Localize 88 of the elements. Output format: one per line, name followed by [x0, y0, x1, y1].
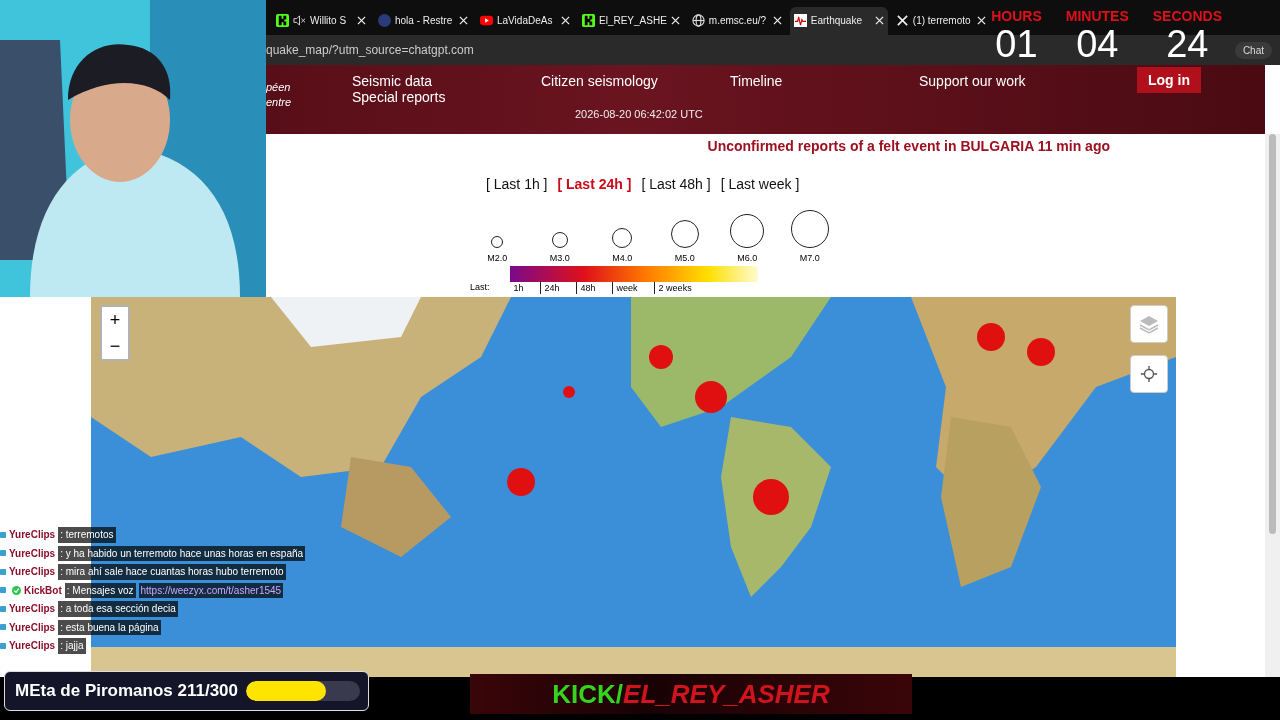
- period-label: 1h: [512, 282, 525, 294]
- browser-tab[interactable]: m.emsc.eu/?: [687, 6, 786, 35]
- seismogram-icon: [793, 14, 807, 27]
- magnitude-circle: [730, 214, 765, 248]
- nav-link[interactable]: Support our work: [919, 73, 1108, 89]
- chat-button[interactable]: Chat: [1234, 41, 1272, 59]
- chat-username: YureClips: [9, 639, 56, 653]
- magnitude-circle: [491, 236, 504, 248]
- browser-tab[interactable]: El_REY_ASHE: [578, 6, 684, 35]
- tab-label: (1) terremoto: [912, 15, 972, 26]
- period-label: 2 weeks: [653, 282, 700, 294]
- x-icon: [895, 14, 909, 27]
- banner-site: KICK/: [552, 678, 624, 710]
- browser-tab[interactable]: hola - Restre: [374, 6, 472, 35]
- magnitude-label: M2.0: [487, 253, 508, 263]
- period-label: week: [611, 282, 646, 294]
- alert-link[interactable]: Unconfirmed reports of a felt event in BULGARIA 11 min ago: [707, 138, 1110, 154]
- chat-message: : jajja: [58, 638, 86, 654]
- chat-message: : terremotos: [58, 527, 116, 543]
- tab-label: Earthquake: [810, 15, 863, 26]
- chat-message: : a toda esa sección decia: [58, 601, 178, 617]
- globe-icon: [691, 14, 705, 27]
- nav-link[interactable]: Seismic data: [352, 73, 541, 89]
- nav-link[interactable]: Timeline: [730, 73, 919, 89]
- tab-label: El_REY_ASHE: [599, 15, 667, 26]
- play-icon: [480, 14, 493, 27]
- close-icon[interactable]: [670, 16, 680, 25]
- period-label: 48h: [575, 282, 604, 294]
- magnitude-label: M5.0: [674, 253, 695, 263]
- tab-label: hola - Restre: [395, 15, 454, 26]
- login-button[interactable]: Log in: [1137, 67, 1201, 93]
- goal-text: MEta de Piromanos 211/300: [15, 681, 238, 701]
- magnitude-label: M6.0: [737, 253, 758, 263]
- logo-text: péen: [266, 80, 292, 95]
- magnitude-circle: [790, 210, 829, 248]
- time-filter[interactable]: [ Last 48h ]: [641, 176, 711, 192]
- nav-link[interactable]: Citizen seismology: [541, 73, 730, 89]
- time-filter[interactable]: [ Last 1h ]: [486, 176, 548, 192]
- scrollbar[interactable]: [1265, 134, 1280, 677]
- tab-label: Willito S: [310, 15, 348, 26]
- timestamp: 2026-08-20 06:42:02 UTC: [575, 108, 703, 120]
- close-icon[interactable]: [772, 16, 782, 25]
- circle-icon: [378, 14, 391, 27]
- time-filter[interactable]: [ Last week ]: [720, 176, 800, 192]
- close-icon[interactable]: [874, 16, 884, 25]
- chat-username: YureClips: [9, 546, 56, 561]
- chat-message: : mira ahí sale hace cuantas horas hubo terremoto: [58, 564, 286, 580]
- magnitude-circle: [670, 220, 699, 248]
- chat-username: YureClips: [9, 528, 56, 542]
- browser-tab[interactable]: Willito S: [272, 6, 370, 35]
- timer-label: SECONDS: [1152, 8, 1222, 24]
- magnitude-label: M7.0: [799, 253, 820, 263]
- timer-label: MINUTES: [1065, 8, 1129, 24]
- close-icon[interactable]: [561, 16, 570, 25]
- verified-icon: [12, 585, 21, 595]
- period-label: 24h: [539, 282, 568, 294]
- close-icon[interactable]: [357, 16, 366, 25]
- crosshair-icon: [1140, 365, 1158, 383]
- timer-value: 24: [1166, 24, 1209, 64]
- browser-tab[interactable]: LaVidaDeAs: [476, 6, 574, 35]
- chat-username: YureClips: [9, 620, 56, 635]
- legend-label: Last:: [470, 282, 490, 292]
- tab-label: LaVidaDeAs: [497, 15, 554, 26]
- timer-value: 01: [995, 24, 1038, 64]
- browser-tab[interactable]: (1) terremoto: [891, 6, 990, 35]
- close-icon[interactable]: [976, 16, 986, 25]
- timer-value: 04: [1076, 24, 1119, 64]
- chat-username: KickBot: [24, 583, 62, 598]
- chat-username: YureClips: [9, 602, 56, 616]
- browser-tab[interactable]: Earthquake: [789, 6, 888, 35]
- timer-label: HOURS: [991, 8, 1042, 24]
- magnitude-label: M4.0: [612, 253, 633, 263]
- mute-icon[interactable]: [293, 14, 306, 27]
- tab-label: m.emsc.eu/?: [708, 15, 768, 26]
- address-field[interactable]: quake_map/?utm_source=chatgpt.com: [266, 43, 474, 57]
- nav-link[interactable]: Special reports: [352, 89, 541, 105]
- chat-username: YureClips: [9, 565, 56, 579]
- kick-icon: [276, 14, 289, 27]
- banner-channel: EL_REY_ASHER: [623, 678, 830, 710]
- time-filter[interactable]: [ Last 24h ]: [557, 176, 632, 192]
- close-icon[interactable]: [459, 16, 468, 25]
- magnitude-circle: [612, 228, 633, 248]
- magnitude-circle: [551, 232, 568, 248]
- chat-icon: [0, 530, 6, 539]
- locate-button[interactable]: [1130, 355, 1168, 393]
- magnitude-label: M3.0: [549, 253, 570, 263]
- kick-icon: [582, 14, 595, 27]
- logo-text: entre: [266, 95, 293, 110]
